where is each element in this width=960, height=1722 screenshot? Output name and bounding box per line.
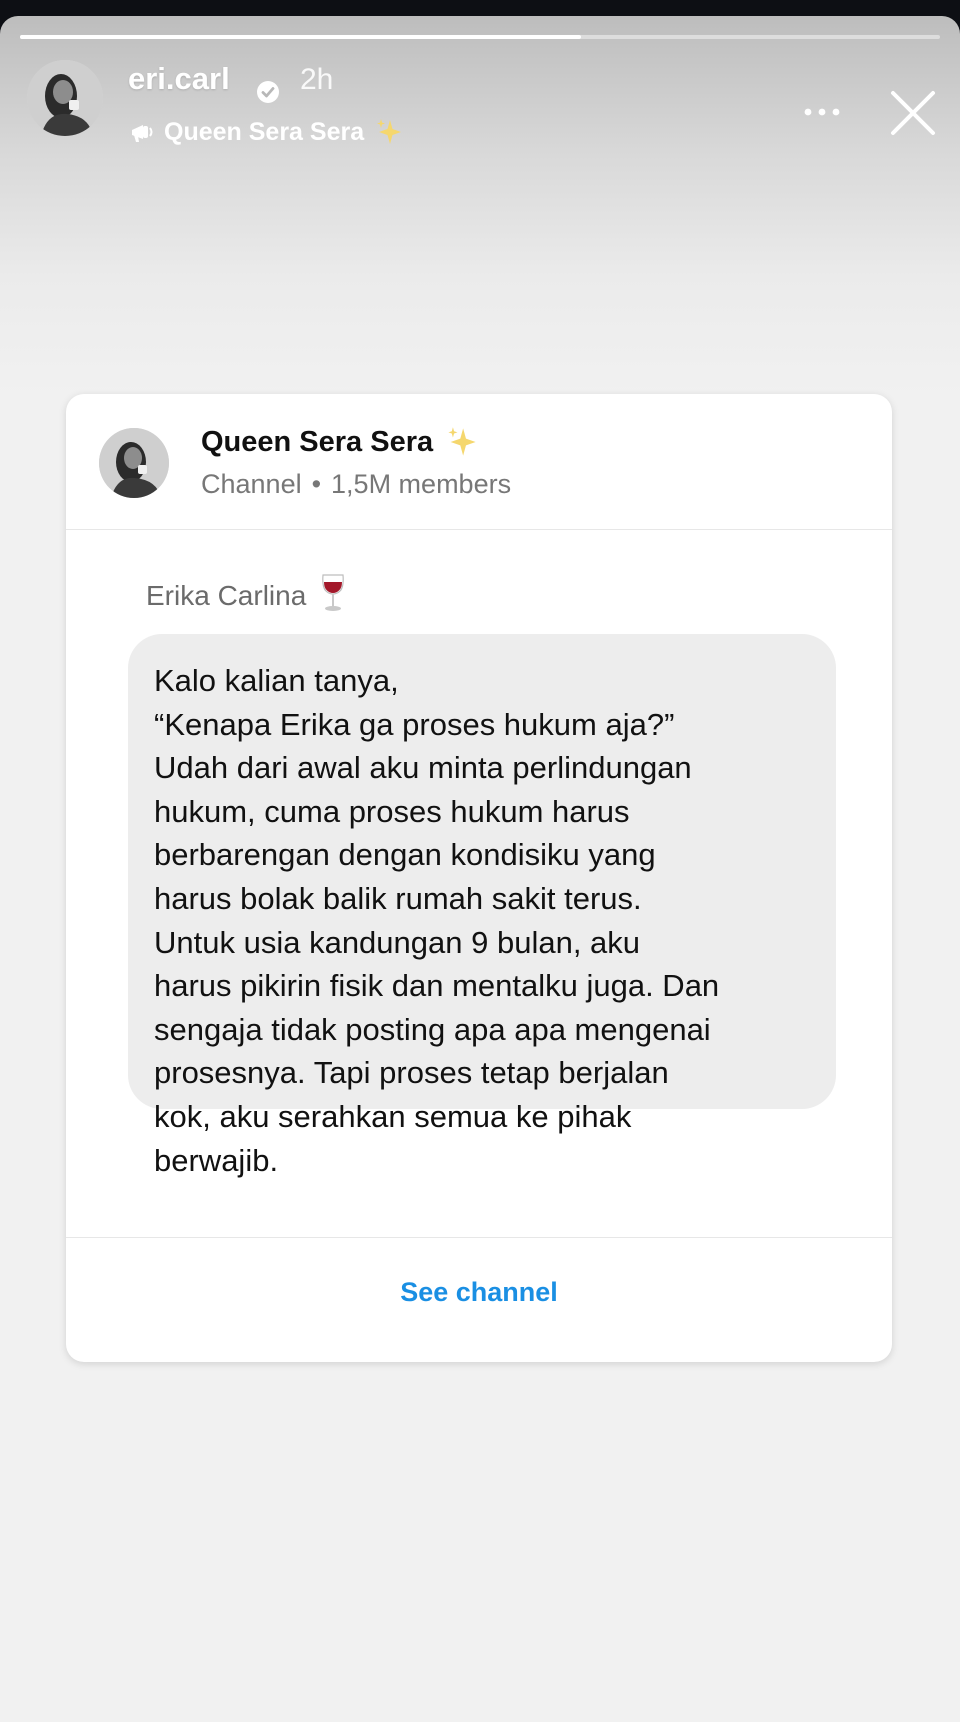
message-line: “Kenapa Erika ga proses hukum aja?” bbox=[154, 706, 675, 742]
message-bubble: Kalo kalian tanya, “Kenapa Erika ga prose… bbox=[128, 634, 836, 1178]
channel-title: Queen Sera Sera bbox=[201, 422, 479, 462]
sender-name: Erika Carlina bbox=[146, 580, 307, 611]
message-line: berwajib. bbox=[154, 1142, 279, 1178]
story-channel-name: Queen Sera Sera bbox=[164, 117, 365, 146]
message-line: hukum, cuma proses hukum harus bbox=[154, 793, 630, 829]
story-viewer: eri.carl 2h Queen Sera Sera Queen Sera S… bbox=[0, 16, 960, 1722]
message-sender: Erika Carlina bbox=[146, 573, 346, 620]
shared-channel-card[interactable]: Queen Sera Sera Channel • 1,5M members Eri… bbox=[66, 394, 892, 1362]
meta-separator: • bbox=[311, 469, 322, 499]
close-button[interactable] bbox=[888, 88, 938, 138]
message-line: kok, aku serahkan semua ke pihak bbox=[154, 1098, 632, 1134]
message-line: Untuk usia kandungan 9 bulan, aku bbox=[154, 924, 641, 960]
message-line: Kalo kalian tanya, bbox=[154, 663, 399, 698]
wine-glass-icon bbox=[320, 573, 346, 620]
story-progress-fill bbox=[20, 35, 582, 39]
story-author-avatar[interactable] bbox=[27, 60, 103, 136]
card-header[interactable]: Queen Sera Sera Channel • 1,5M members bbox=[66, 394, 892, 530]
channel-type-label: Channel bbox=[201, 469, 302, 499]
story-username[interactable]: eri.carl bbox=[128, 61, 230, 97]
message-line: prosesnya. Tapi proses tetap berjalan bbox=[154, 1055, 669, 1091]
verified-badge-icon bbox=[257, 81, 279, 103]
story-channel-link[interactable]: Queen Sera Sera bbox=[128, 114, 404, 150]
channel-meta: Channel • 1,5M members bbox=[201, 469, 511, 500]
more-options-button[interactable] bbox=[800, 94, 844, 130]
message-line: Udah dari awal aku minta perlindungan bbox=[154, 750, 692, 786]
see-channel-button[interactable]: See channel bbox=[66, 1262, 892, 1322]
channel-title-text: Queen Sera Sera bbox=[201, 425, 434, 458]
message-line: berbarengan dengan kondisiku yang bbox=[154, 837, 656, 873]
card-divider bbox=[66, 1237, 892, 1238]
story-timestamp: 2h bbox=[300, 63, 334, 96]
message-line: harus pikirin fisik dan mentalku juga. D… bbox=[154, 968, 720, 1004]
story-progress-bar bbox=[20, 35, 940, 39]
channel-member-count: 1,5M members bbox=[331, 469, 512, 499]
message-line: sengaja tidak posting apa apa mengenai bbox=[154, 1011, 711, 1047]
sparkle-icon bbox=[445, 425, 479, 459]
message-line: harus bolak balik rumah sakit terus. bbox=[154, 880, 642, 916]
broadcast-channel-icon bbox=[132, 125, 153, 142]
channel-avatar[interactable] bbox=[99, 428, 169, 498]
sparkle-icon bbox=[374, 117, 404, 147]
